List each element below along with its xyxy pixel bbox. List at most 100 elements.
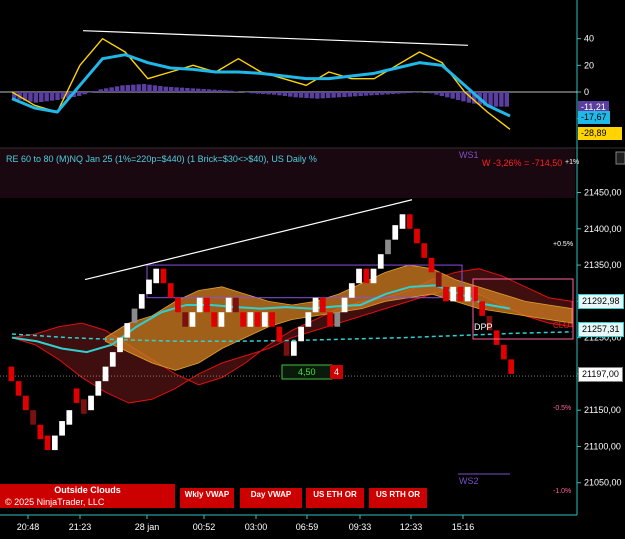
- time-tick-label: 03:00: [245, 522, 268, 532]
- histogram-bar: [228, 90, 233, 92]
- histogram-bar: [439, 92, 445, 96]
- histogram-bar: [174, 87, 179, 92]
- time-tick-label: 20:48: [17, 522, 40, 532]
- histogram-bar: [28, 92, 33, 102]
- histogram-bar: [315, 92, 320, 99]
- time-tick-label: 28 jan: [135, 522, 160, 532]
- histogram-bar: [179, 87, 185, 92]
- histogram-bar: [461, 92, 466, 102]
- renko-brick: [117, 337, 123, 353]
- renko-brick: [356, 268, 362, 284]
- time-tick-label: 15:16: [452, 522, 475, 532]
- histogram-bar: [98, 89, 104, 92]
- counter-badge-text: 4: [334, 367, 339, 377]
- renko-brick: [392, 225, 399, 240]
- histogram-bar: [358, 92, 363, 96]
- histogram-bar: [298, 92, 304, 98]
- renko-brick: [501, 344, 507, 360]
- indicator-tick-label: 20: [584, 60, 594, 70]
- slow-line: [11, 53, 511, 118]
- renko-brick: [218, 312, 225, 327]
- histogram-bar: [407, 92, 412, 93]
- histogram-bar: [87, 92, 93, 93]
- renko-brick: [363, 268, 370, 284]
- histogram-bar: [282, 92, 288, 96]
- histogram-bar: [244, 92, 250, 93]
- histogram-bar: [266, 92, 271, 95]
- ws1-label: WS1: [459, 150, 479, 160]
- renko-brick: [59, 421, 65, 436]
- histogram-bar: [163, 86, 168, 92]
- us-rth-or-button[interactable]: US RTH OR: [369, 488, 427, 508]
- renko-brick: [51, 435, 58, 451]
- histogram-bar: [390, 92, 396, 94]
- renko-brick: [319, 297, 326, 313]
- renko-brick: [73, 388, 80, 403]
- time-tick-label: 00:52: [193, 522, 216, 532]
- histogram-bar: [261, 92, 266, 94]
- histogram-bar: [49, 92, 55, 101]
- renko-brick: [204, 297, 210, 313]
- renko-brick: [153, 268, 160, 284]
- histogram-bar: [499, 92, 504, 107]
- histogram-bar: [76, 92, 82, 96]
- renko-brick: [22, 395, 29, 411]
- renko-brick: [508, 359, 514, 374]
- renko-brick: [370, 268, 377, 284]
- histogram-bar: [217, 90, 223, 92]
- histogram-bar: [39, 92, 44, 102]
- pct-minus-one: -1.0%: [553, 488, 571, 495]
- renko-brick: [262, 312, 268, 327]
- histogram-bar: [131, 84, 136, 92]
- renko-brick: [95, 381, 102, 396]
- renko-brick: [8, 366, 15, 382]
- renko-brick: [421, 243, 428, 258]
- time-tick-label: 21:23: [69, 522, 92, 532]
- clo-label: CLO: [553, 321, 569, 330]
- histogram-bar: [120, 85, 125, 92]
- us-eth-or-button[interactable]: US ETH OR: [306, 488, 364, 508]
- histogram-bar: [82, 92, 87, 95]
- renko-brick: [131, 308, 138, 324]
- pct-plus-half: +0.5%: [553, 241, 573, 248]
- histogram-bar: [93, 91, 98, 92]
- renko-brick: [435, 272, 442, 287]
- renko-brick: [66, 410, 73, 425]
- panel-button-icon[interactable]: [615, 151, 625, 165]
- price-tick-label: 21400,00: [584, 224, 622, 234]
- renko-brick: [283, 341, 290, 356]
- renko-brick: [146, 279, 152, 295]
- renko-brick: [225, 297, 232, 313]
- histogram-bar: [320, 92, 325, 99]
- histogram-bar: [434, 92, 439, 95]
- renko-brick: [327, 312, 333, 327]
- renko-brick: [211, 312, 218, 327]
- histogram-bar: [331, 92, 336, 98]
- histogram-bar: [380, 92, 385, 95]
- fast-line: [11, 37, 511, 130]
- renko-brick: [450, 286, 457, 302]
- price-tick-label: 21050,00: [584, 478, 622, 488]
- renko-brick: [305, 312, 312, 327]
- renko-brick: [377, 254, 384, 269]
- indicator-tick-label: 0: [584, 87, 589, 97]
- histogram-bar: [342, 92, 347, 97]
- histogram-bar: [309, 92, 315, 99]
- axes: 40200-2021450,0021400,0021350,0021300,00…: [17, 34, 622, 532]
- wkly-vwap-button[interactable]: Wkly VWAP: [180, 488, 234, 508]
- histogram-bar: [114, 86, 120, 92]
- histogram-bar: [255, 92, 260, 94]
- histogram-bar: [250, 92, 255, 94]
- renko-brick: [414, 228, 420, 244]
- price-tick-label: 21150,00: [584, 405, 621, 415]
- histogram-bar: [201, 89, 206, 92]
- renko-brick: [88, 395, 94, 411]
- chart-canvas[interactable]: 40200-2021450,0021400,0021350,0021300,00…: [0, 0, 625, 539]
- outside-clouds-banner[interactable]: Outside Clouds © 2025 NinjaTrader, LLC: [0, 484, 175, 508]
- histogram-bar: [304, 92, 309, 98]
- histogram-bar: [412, 92, 417, 93]
- histogram-bar: [141, 84, 147, 92]
- renko-brick: [37, 424, 44, 440]
- day-vwap-button[interactable]: Day VWAP: [240, 488, 302, 508]
- renko-brick: [240, 312, 247, 327]
